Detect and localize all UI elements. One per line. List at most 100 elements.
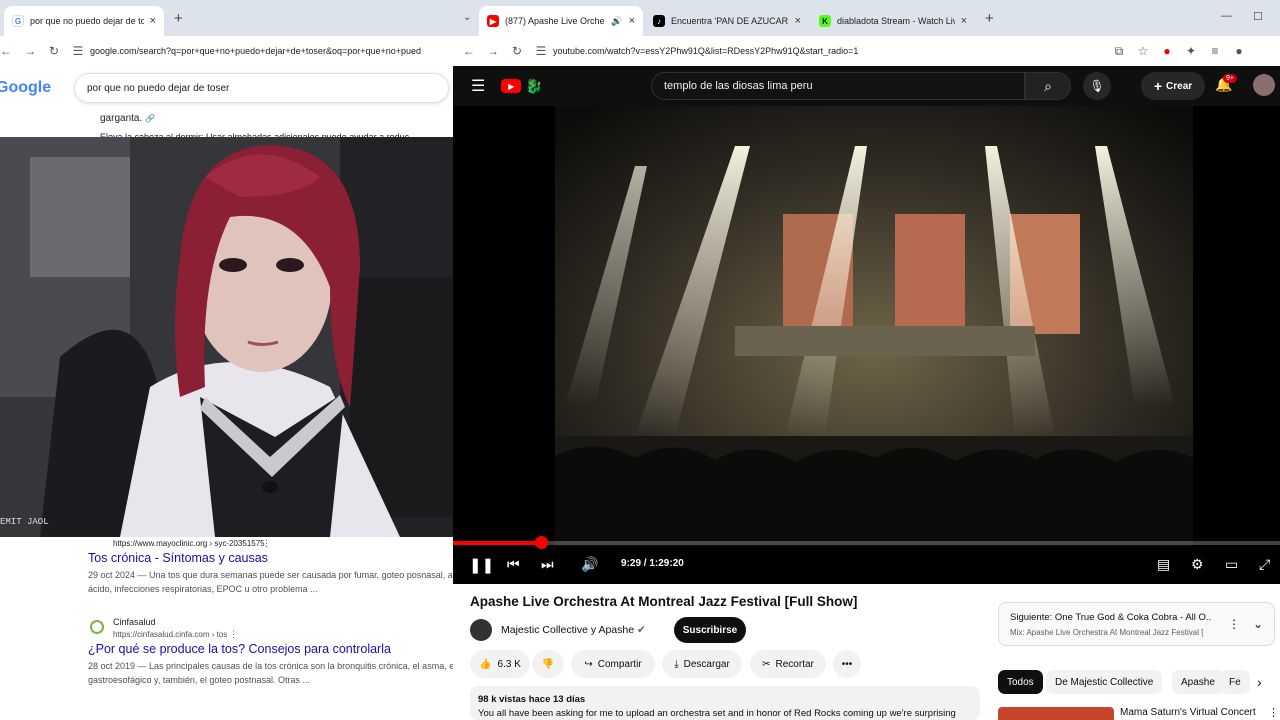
result-title-link[interactable]: Tos crónica - Síntomas y causas xyxy=(88,551,268,565)
doodle-logo-icon[interactable]: 🐉 xyxy=(525,78,542,95)
bookmark-star-icon[interactable]: ☆ xyxy=(1131,44,1155,58)
related-title[interactable]: Mama Saturn's Virtual Concert xyxy=(1120,707,1256,718)
subscribe-button[interactable]: Suscribirse xyxy=(674,617,746,643)
next-icon[interactable]: ⏭ xyxy=(541,556,554,573)
reload-icon[interactable]: ↻ xyxy=(505,44,529,58)
opera-extension-icon[interactable]: ● xyxy=(1155,44,1179,58)
media-control-icon[interactable]: ≡ xyxy=(1203,44,1227,58)
reload-icon[interactable]: ↻ xyxy=(42,44,66,58)
create-button[interactable]: + Crear xyxy=(1141,72,1205,100)
thumbs-up-icon: 👍 xyxy=(479,658,492,670)
maximize-icon[interactable]: ☐ xyxy=(1253,10,1263,23)
google-logo[interactable]: Google xyxy=(0,79,74,97)
avatar[interactable] xyxy=(1253,74,1275,96)
webcam-overlay: EMIT JAOL xyxy=(0,137,453,537)
cinfasalud-favicon-icon xyxy=(90,620,104,634)
chevron-right-icon[interactable]: › xyxy=(1257,674,1262,690)
extensions-icon[interactable]: ✦ xyxy=(1179,44,1203,58)
new-tab-button[interactable]: + xyxy=(174,10,183,27)
channel-name[interactable]: Majestic Collective y Apashe ✔ xyxy=(501,624,646,636)
more-actions-button[interactable]: ••• xyxy=(833,650,861,678)
more-options-icon[interactable]: ⋮ xyxy=(1268,706,1279,719)
chip-todos[interactable]: Todos xyxy=(998,670,1043,694)
webcam-image xyxy=(0,137,453,537)
search-button[interactable]: ⌕ xyxy=(1025,72,1071,100)
chip-apashe[interactable]: Apashe xyxy=(1172,670,1224,694)
share-button[interactable]: ↪ Compartir xyxy=(571,650,655,678)
more-options-icon[interactable]: ⋮ xyxy=(262,537,271,550)
result-snippet: 29 oct 2024 — Una tos que dura semanas p… xyxy=(88,570,453,580)
result-snippet: ácido, infecciones respiratorias, EPOC u… xyxy=(88,584,318,594)
youtube-search-input[interactable]: templo de las diosas lima peru xyxy=(651,72,1025,100)
tab-search-icon[interactable]: ⌄ xyxy=(463,12,471,23)
youtube-logo-icon[interactable]: ▶ xyxy=(501,79,522,93)
previous-icon[interactable]: ⏮ xyxy=(507,556,520,573)
description-text: You all have been asking for me to uploa… xyxy=(478,708,956,719)
thumbs-down-icon: 👎 xyxy=(541,658,555,670)
back-icon[interactable]: ← xyxy=(457,44,481,58)
minimize-icon[interactable]: — xyxy=(1221,10,1232,22)
close-tab-icon[interactable]: × xyxy=(150,15,156,27)
link-icon[interactable]: 🔗 xyxy=(145,114,155,123)
pause-icon[interactable]: ❚❚ xyxy=(469,556,494,574)
left-browser-window: G por que no puedo dejar de tos × + ← → … xyxy=(0,0,453,720)
forward-icon[interactable]: → xyxy=(481,44,505,58)
result-cite: https://cinfasalud.cinfa.com › tos xyxy=(113,630,228,639)
close-tab-icon[interactable]: × xyxy=(629,15,635,27)
new-tab-button[interactable]: + xyxy=(985,10,994,27)
close-tab-icon[interactable]: × xyxy=(795,15,801,27)
youtube-favicon-icon: ▶ xyxy=(487,15,499,27)
site-info-icon[interactable]: ☰ xyxy=(66,44,90,58)
mix-subtitle: Mix: Apashe Live Orchestra At Montreal J… xyxy=(1010,628,1204,637)
tab-google-search[interactable]: G por que no puedo dejar de tos × xyxy=(4,6,164,36)
download-icon: ⤓ xyxy=(674,658,679,670)
settings-gear-icon[interactable]: ⚙ xyxy=(1191,556,1204,573)
like-button[interactable]: 👍 6.3 K xyxy=(470,650,530,678)
audio-playing-icon[interactable]: 🔊 xyxy=(611,16,622,27)
next-up-title: Siguiente: One True God & Coka Cobra - A… xyxy=(1010,612,1212,623)
result-cite: https://www.mayoclinic.org › syc-2035157… xyxy=(113,539,265,548)
clip-button[interactable]: ✂ Recortar xyxy=(750,650,826,678)
tab-youtube[interactable]: ▶ (877) Apashe Live Orchestr 🔊 × xyxy=(479,6,643,36)
result-snippet: 28 oct 2019 — Las principales causas de … xyxy=(88,661,453,671)
video-player[interactable] xyxy=(453,106,1280,584)
site-info-icon[interactable]: ☰ xyxy=(529,44,553,58)
theater-mode-icon[interactable]: ▭ xyxy=(1225,556,1238,573)
url-field[interactable]: youtube.com/watch?v=essY2Phw91Q&list=RDe… xyxy=(553,46,1093,56)
url-field[interactable]: google.com/search?q=por+que+no+puedo+dej… xyxy=(90,46,421,56)
download-button[interactable]: ⤓ Descargar xyxy=(662,650,742,678)
channel-avatar[interactable] xyxy=(470,619,492,641)
tab-tiktok[interactable]: ♪ Encuentra 'PAN DE AZUCAR DI × xyxy=(645,6,809,36)
webcam-text: EMIT JAOL xyxy=(0,517,49,527)
more-options-icon[interactable]: ⋮ xyxy=(229,628,238,641)
google-favicon-icon: G xyxy=(12,15,24,27)
close-tab-icon[interactable]: × xyxy=(961,15,967,27)
forward-icon[interactable]: → xyxy=(18,44,42,58)
result-title-link[interactable]: ¿Por qué se produce la tos? Consejos par… xyxy=(88,642,391,656)
back-icon[interactable]: ← xyxy=(0,44,18,58)
scissors-icon: ✂ xyxy=(762,658,771,670)
progress-bar-fill xyxy=(453,541,541,545)
kick-favicon-icon: K xyxy=(819,15,831,27)
progress-track[interactable] xyxy=(453,536,1280,549)
concert-video-image xyxy=(555,106,1193,546)
install-app-icon[interactable]: ⧉ xyxy=(1107,44,1131,59)
voice-search-button[interactable]: 🎙 xyxy=(1083,72,1111,100)
google-search-input[interactable]: por que no puedo dejar de toser xyxy=(74,73,449,103)
video-frame[interactable] xyxy=(555,106,1193,546)
scrubber-handle[interactable] xyxy=(534,536,548,549)
right-address-bar: ← → ↻ ☰ youtube.com/watch?v=essY2Phw91Q&… xyxy=(453,36,1280,66)
dislike-button[interactable]: 👎 xyxy=(532,650,564,678)
hamburger-menu-icon[interactable]: ☰ xyxy=(471,76,485,96)
tab-kick[interactable]: K diabladota Stream - Watch Live × xyxy=(811,6,975,36)
chip-partial[interactable]: Fe xyxy=(1220,670,1250,694)
volume-icon[interactable]: 🔊 xyxy=(581,556,598,573)
chip-majestic[interactable]: De Majestic Collective xyxy=(1046,670,1163,694)
profile-icon[interactable]: ● xyxy=(1227,44,1251,58)
fullscreen-icon[interactable]: ⤢ xyxy=(1259,556,1270,573)
chevron-down-icon[interactable]: ⌄ xyxy=(1253,617,1263,631)
more-options-icon[interactable]: ⋮ xyxy=(1228,617,1240,631)
related-thumbnail[interactable] xyxy=(998,707,1114,720)
google-logo-text: Google xyxy=(0,79,52,96)
subtitles-icon[interactable]: ▤ xyxy=(1157,556,1170,573)
